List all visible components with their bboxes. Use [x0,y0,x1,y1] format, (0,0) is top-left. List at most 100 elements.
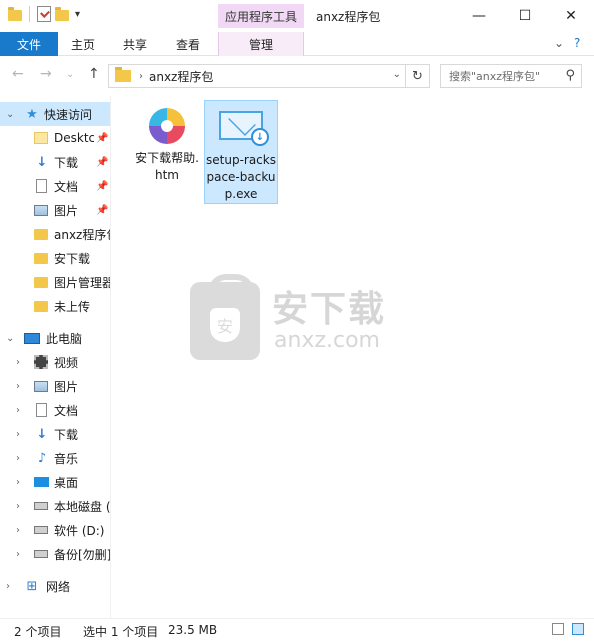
navigation-pane: ⌄ ★ 快速访问 Desktc 📌 ↓ 下载 📌 文档 📌 图片 📌 anxz程… [0,96,110,618]
chevron-right-icon[interactable]: › [16,357,20,368]
chevron-down-icon[interactable]: ⌄ [393,69,401,80]
customize-qat-icon[interactable]: ▾ [75,9,80,20]
nav-label: 快速访问 [44,107,93,122]
nav-pc-drive-d[interactable]: › 软件 (D:) [0,518,110,542]
minimize-button[interactable]: — [456,0,502,32]
nav-item-anxiazai[interactable]: 安下载 [0,246,110,270]
tab-home[interactable]: 主页 [71,32,95,56]
htm-file-icon [149,108,185,144]
divider [29,6,30,22]
tab-share[interactable]: 共享 [123,32,147,56]
nav-label: 文档 [54,403,79,418]
network-icon: ⊞ [26,578,38,594]
nav-quick-access[interactable]: ⌄ ★ 快速访问 [0,102,110,126]
shield-icon: 安 [210,308,240,342]
tab-file[interactable]: 文件 [0,32,58,56]
nav-label: 图片管理器 [54,275,110,290]
contextual-tab-app-tools: 应用程序工具 [218,4,304,28]
address-bar[interactable]: › anxz程序包 ⌄ ↻ [108,64,430,88]
forward-button[interactable]: → [40,66,52,82]
picture-icon [34,204,48,216]
chevron-down-icon[interactable]: ⌄ [6,333,14,344]
folder-icon [8,7,22,21]
recent-locations-icon[interactable]: ⌄ [66,69,74,80]
file-item[interactable]: 安下载帮助.htm [130,102,204,184]
desktop-icon [34,477,49,487]
back-button[interactable]: ← [12,66,24,82]
maximize-button[interactable]: ☐ [502,0,548,32]
nav-item-pictures[interactable]: 图片 📌 [0,198,110,222]
tab-manage[interactable]: 管理 [218,32,304,56]
nav-pc-music[interactable]: › ♪ 音乐 [0,446,110,470]
pin-icon[interactable]: 📌 [96,205,108,216]
large-icons-view-icon[interactable] [572,623,584,635]
download-badge-icon: ↓ [251,128,269,146]
nav-label: 备份[勿删] [54,547,110,562]
help-icon[interactable]: ? [574,36,580,50]
nav-item-desktop[interactable]: Desktc 📌 [0,126,110,150]
watermark-text: 安下载 [272,289,387,330]
up-button[interactable]: ↑ [88,66,100,82]
close-button[interactable]: ✕ [548,0,594,32]
nav-pc-desktop[interactable]: › 桌面 [0,470,110,494]
chevron-right-icon[interactable]: › [16,453,20,464]
folder-icon [34,276,48,288]
nav-pc-local-disk[interactable]: › 本地磁盘 ( [0,494,110,518]
chevron-down-icon[interactable]: ⌄ [6,109,14,120]
search-icon[interactable]: ⚲ [565,68,575,83]
refresh-button[interactable]: ↻ [405,65,429,87]
pin-icon[interactable]: 📌 [96,181,108,192]
new-folder-icon[interactable] [55,7,69,21]
nav-label: 文档 [54,179,79,194]
chevron-right-icon[interactable]: › [16,429,20,440]
nav-item-anxz[interactable]: anxz程序包 [0,222,110,246]
nav-item-documents[interactable]: 文档 📌 [0,174,110,198]
file-name: setup-rackspace-backup.exe [206,153,276,201]
properties-icon[interactable] [37,6,51,22]
nav-this-pc[interactable]: ⌄ 此电脑 [0,326,110,350]
nav-label: 网络 [46,579,71,594]
chevron-right-icon[interactable]: › [16,549,20,560]
chevron-right-icon[interactable]: › [16,501,20,512]
pin-icon[interactable]: 📌 [96,157,108,168]
star-icon: ★ [26,106,38,122]
nav-pc-videos[interactable]: › 视频 [0,350,110,374]
chevron-right-icon[interactable]: › [16,381,20,392]
chevron-right-icon[interactable]: › [16,525,20,536]
chevron-right-icon[interactable]: › [6,581,10,592]
chevron-right-icon[interactable]: › [139,71,143,82]
nav-item-picture-manager[interactable]: 图片管理器 [0,270,110,294]
pin-icon[interactable]: 📌 [96,133,108,144]
nav-label: 软件 (D:) [54,523,105,538]
nav-label: anxz程序包 [54,227,110,242]
search-box[interactable]: ⚲ [440,64,582,88]
nav-label: 音乐 [54,451,79,466]
pane-divider[interactable] [110,96,111,618]
chevron-right-icon[interactable]: › [16,405,20,416]
computer-icon [24,332,40,344]
nav-label: 图片 [54,203,79,218]
nav-label: 此电脑 [46,331,83,346]
nav-label: Desktc [54,131,94,145]
breadcrumb[interactable]: anxz程序包 [149,68,213,85]
file-name: 安下载帮助.htm [135,151,199,182]
nav-item-downloads[interactable]: ↓ 下载 📌 [0,150,110,174]
nav-item-not-uploaded[interactable]: 未上传 [0,294,110,318]
nav-label: 桌面 [54,475,79,490]
file-item[interactable]: ↓ setup-rackspace-backup.exe [204,100,278,204]
nav-pc-pictures[interactable]: › 图片 [0,374,110,398]
collapse-ribbon-icon[interactable]: ⌄ [554,36,564,50]
nav-pc-backup[interactable]: › 备份[勿删] [0,542,110,566]
nav-network[interactable]: › ⊞ 网络 [0,574,110,598]
file-list[interactable]: 安下载帮助.htm ↓ setup-rackspace-backup.exe 安… [112,96,594,618]
chevron-right-icon[interactable]: › [16,477,20,488]
nav-pc-downloads[interactable]: › ↓ 下载 [0,422,110,446]
nav-pc-documents[interactable]: › 文档 [0,398,110,422]
folder-icon [34,228,48,240]
tab-view[interactable]: 查看 [176,32,200,56]
address-row: ← → ⌄ ↑ › anxz程序包 ⌄ ↻ ⚲ [0,56,594,96]
search-input[interactable] [449,69,557,83]
watermark: 安 安下载 anxz.com [190,274,410,366]
details-view-icon[interactable] [552,623,564,635]
nav-label: 图片 [54,379,79,394]
